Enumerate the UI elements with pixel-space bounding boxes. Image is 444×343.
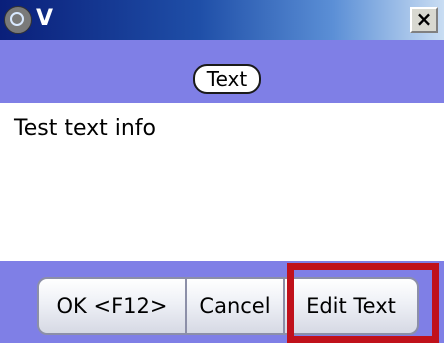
close-icon[interactable]: × [410,7,438,33]
text-mode-pill[interactable]: Text [193,64,261,94]
title-bar: V × [0,0,444,40]
ok-button[interactable]: OK <F12> [39,279,187,333]
cancel-button[interactable]: Cancel [187,279,285,333]
globe-icon [4,6,32,34]
window-title: V [36,6,54,31]
content-text: Test text info [14,116,156,141]
highlight-box [287,263,439,343]
